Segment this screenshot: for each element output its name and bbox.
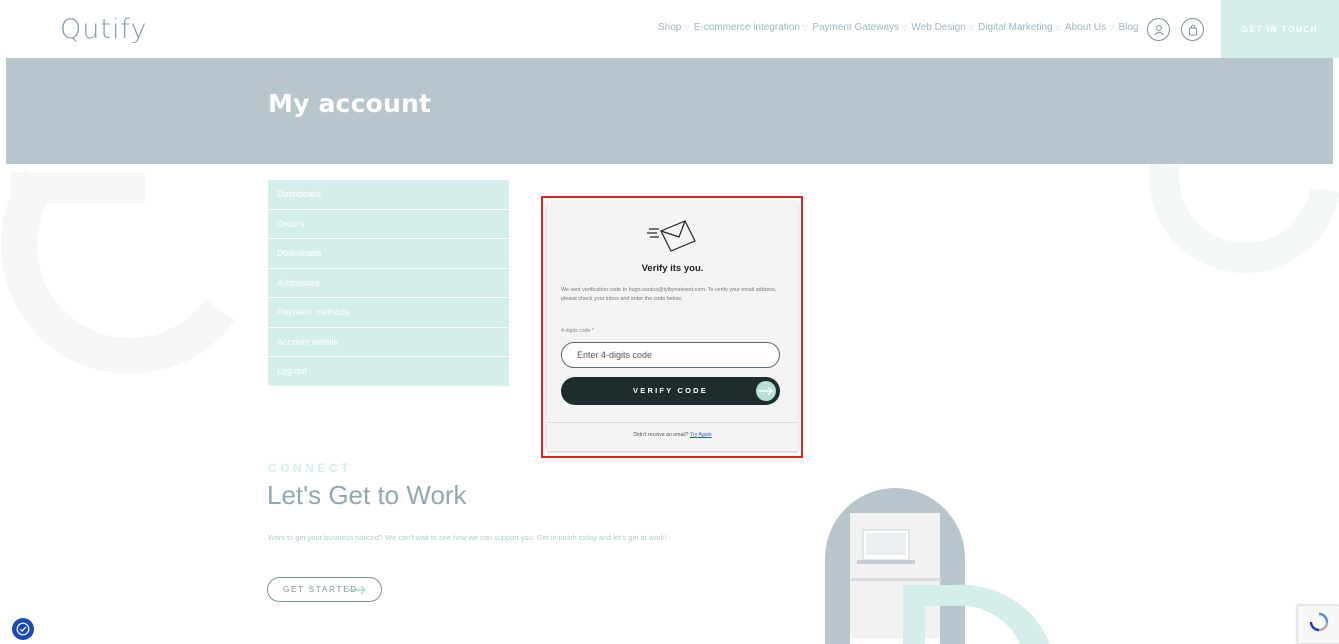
code-input[interactable]: Enter 4-digits code xyxy=(561,342,780,368)
connect-body: Want to get your business noticed? We ca… xyxy=(268,533,667,542)
account-nav-dashboard[interactable]: Dashboard xyxy=(268,180,509,210)
get-started-button[interactable]: GET STARTED xyxy=(267,577,382,602)
account-nav-addresses[interactable]: Addresses xyxy=(268,269,509,298)
accessibility-button[interactable] xyxy=(12,618,34,640)
account-nav-payment-methods[interactable]: Payment methods xyxy=(268,298,509,328)
shopping-bag-icon[interactable] xyxy=(1181,18,1204,41)
arrow-right-icon xyxy=(756,381,776,401)
recaptcha-icon xyxy=(1309,612,1329,632)
try-again-link[interactable]: Try Again xyxy=(690,432,712,438)
chevron-down-icon: ▽ xyxy=(1055,24,1061,32)
code-label: 4-digits code * xyxy=(561,328,594,334)
card-divider xyxy=(547,422,798,423)
chevron-down-icon: ▽ xyxy=(684,24,690,32)
account-nav-orders[interactable]: Orders xyxy=(268,210,509,239)
site-logo[interactable]: Qutify xyxy=(60,14,147,45)
accessibility-icon xyxy=(16,622,30,636)
site-header: Qutify Shop ▽ E-commerce integration ▽ Pay… xyxy=(0,0,1339,58)
verify-code-button[interactable]: VERIFY CODE xyxy=(561,377,780,405)
main-nav: Shop ▽ E-commerce integration ▽ Payment Ga… xyxy=(658,22,1139,33)
envelope-icon xyxy=(647,220,696,252)
account-nav: Dashboard Orders Downloads Addresses Pay… xyxy=(268,180,509,387)
nav-item-about-us[interactable]: About Us ▽ xyxy=(1065,22,1119,33)
connect-eyebrow: CONNECT xyxy=(268,461,352,475)
laptop-illustration xyxy=(825,488,1050,644)
resend-text: Didn't receive an email? Try Again xyxy=(633,432,712,438)
nav-item-payment-gateways[interactable]: Payment Gateways ▽ xyxy=(812,22,911,33)
account-nav-downloads[interactable]: Downloads xyxy=(268,239,509,269)
nav-item-digital-marketing[interactable]: Digital Marketing ▽ xyxy=(978,22,1065,33)
verify-card: Verify its you. We sent verification cod… xyxy=(547,201,798,451)
arrow-right-icon xyxy=(348,585,366,595)
verify-description: We sent verification code to hugo.santos… xyxy=(561,287,777,302)
recaptcha-badge[interactable] xyxy=(1297,605,1339,644)
connect-heading: Let's Get to Work xyxy=(267,480,467,510)
verify-title: Verify its you. xyxy=(641,263,704,274)
chevron-down-icon: ▽ xyxy=(902,24,908,32)
page-title: My account xyxy=(268,89,432,118)
nav-item-web-design[interactable]: Web Design ▽ xyxy=(911,22,978,33)
page-banner: My account xyxy=(6,58,1333,164)
account-nav-logout[interactable]: Log out xyxy=(268,357,509,387)
verify-code-label: VERIFY CODE xyxy=(633,386,708,395)
get-in-touch-button[interactable]: GET IN TOUCH xyxy=(1221,0,1339,58)
nav-item-ecommerce[interactable]: E-commerce integration ▽ xyxy=(694,22,813,33)
user-icon[interactable] xyxy=(1147,18,1170,41)
chevron-down-icon: ▽ xyxy=(968,24,975,32)
nav-item-blog[interactable]: Blog xyxy=(1119,22,1139,33)
chevron-down-icon: ▽ xyxy=(1109,24,1115,32)
chevron-down-icon: ▽ xyxy=(802,24,809,32)
account-nav-account-details[interactable]: Account details xyxy=(268,328,509,357)
nav-item-shop[interactable]: Shop ▽ xyxy=(658,22,694,33)
